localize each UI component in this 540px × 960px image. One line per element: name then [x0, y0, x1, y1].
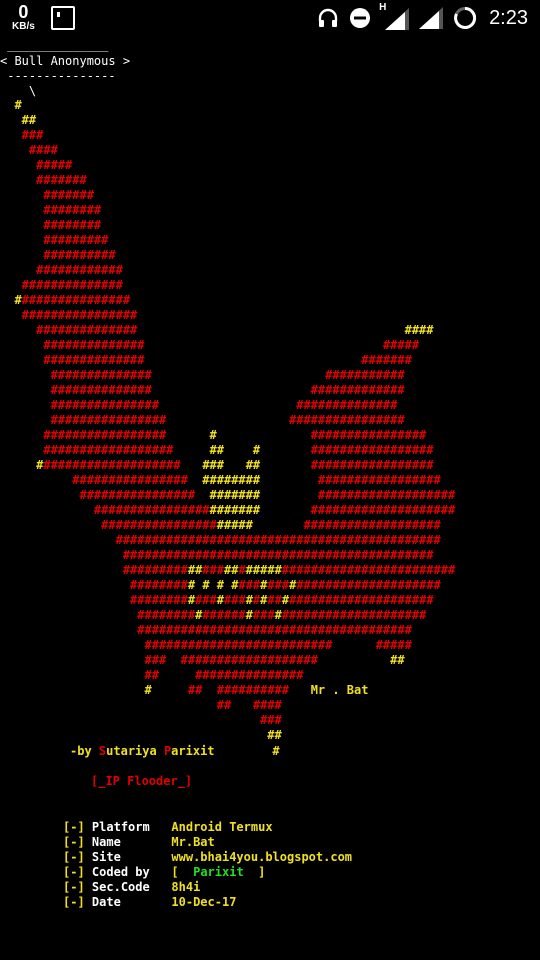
speech-bubble-top: ______________ — [0, 38, 109, 52]
speech-bubble-bottom: --------------- — [0, 69, 116, 83]
art-signature: Mr . Bat — [310, 683, 369, 697]
terminal-screen[interactable]: ______________ < Bull Anonymous > ------… — [0, 0, 540, 960]
info-row-site: [-] Site : www.bhai4you.blogspot.com — [63, 850, 353, 864]
info-row-date: [-] Date : 10-Dec-17 — [63, 895, 237, 909]
author-credit: -by Sutariya Parixit # — [70, 744, 280, 758]
info-row-platform: [-] Platform : Android Termux — [63, 820, 273, 834]
info-list: [-] Platform : Android Termux [-] Name :… — [63, 820, 352, 910]
tool-name: [_IP Flooder_] — [91, 774, 193, 788]
speech-bubble-text: < Bull Anonymous > — [0, 54, 131, 68]
bull-ascii-art: # ## ### #### ##### ####### ####### ####… — [0, 98, 456, 742]
info-row-sec-code: [-] Sec.Code : 8h4i — [63, 880, 201, 894]
info-row-name: [-] Name : Mr.Bat — [63, 835, 215, 849]
speech-bubble-tail: \ — [0, 84, 37, 98]
info-row-coded-by: [-] Coded by : [ Parixit ] — [63, 865, 266, 879]
